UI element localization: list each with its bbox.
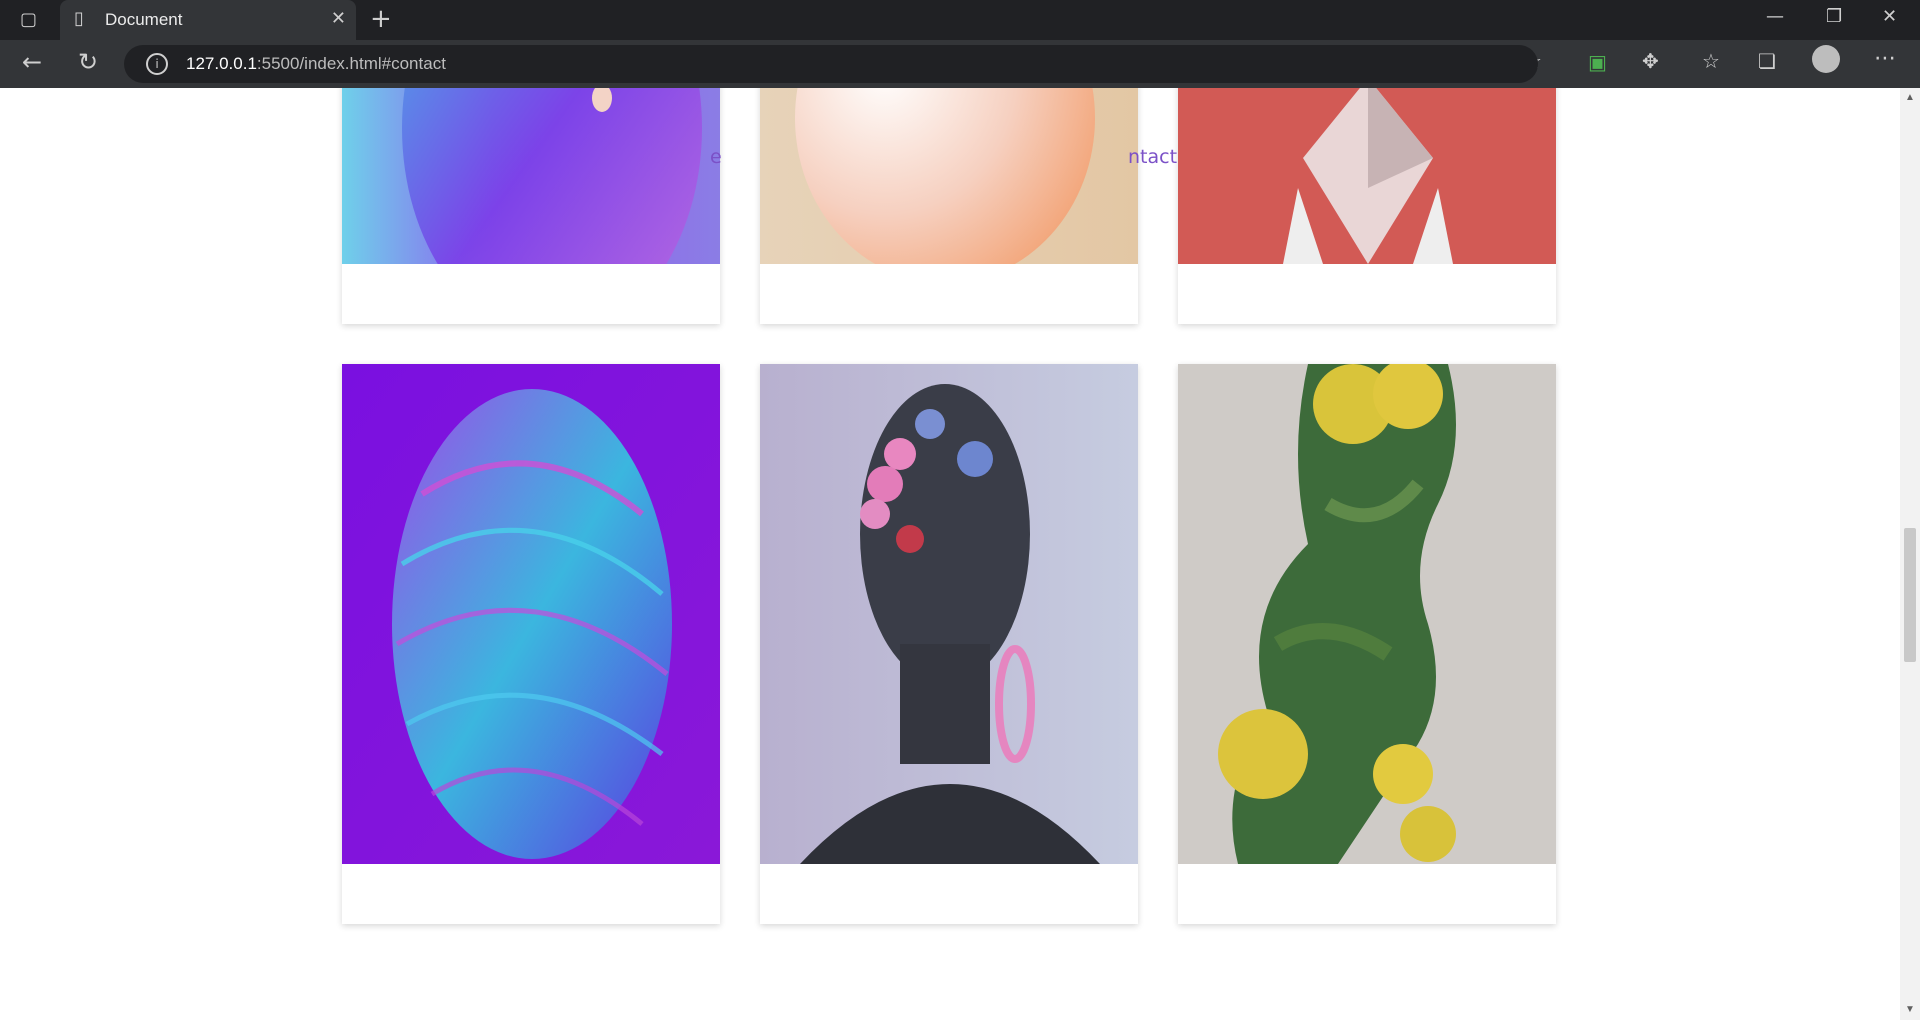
minimize-icon[interactable]: — bbox=[1766, 6, 1784, 27]
nav-link-contact-fragment[interactable]: ntact bbox=[1128, 146, 1177, 168]
page-scrollbar[interactable]: ▲ ▼ bbox=[1900, 88, 1920, 1020]
card-image bbox=[760, 88, 1138, 264]
art-card[interactable] bbox=[760, 364, 1138, 924]
card-image bbox=[760, 364, 1138, 864]
card-image bbox=[342, 364, 720, 864]
profile-icon[interactable] bbox=[1812, 45, 1840, 73]
card-image bbox=[342, 88, 720, 264]
page-viewport: e ntact bbox=[0, 88, 1900, 1020]
scroll-down-icon[interactable]: ▼ bbox=[1905, 1004, 1915, 1015]
close-window-icon[interactable]: ✕ bbox=[1882, 6, 1897, 27]
favorites-icon[interactable]: ☆ bbox=[1702, 49, 1720, 73]
nav-link-fragment[interactable]: e bbox=[710, 146, 722, 168]
art-card[interactable] bbox=[342, 88, 720, 324]
art-card[interactable] bbox=[342, 364, 720, 924]
close-icon[interactable]: ✕ bbox=[331, 8, 346, 29]
document-icon: ▯ bbox=[74, 8, 84, 29]
collections-icon[interactable]: ▣ bbox=[1588, 50, 1607, 74]
restore-icon[interactable]: ❐ bbox=[1826, 6, 1842, 27]
scrollbar-thumb[interactable] bbox=[1904, 528, 1916, 662]
url-text[interactable]: 127.0.0.1:5500/index.html#contact bbox=[186, 54, 446, 74]
url-path: :5500/index.html#contact bbox=[256, 54, 446, 73]
address-bar[interactable]: i 127.0.0.1:5500/index.html#contact bbox=[124, 45, 1538, 83]
browser-tab[interactable]: ▯ Document ✕ bbox=[60, 0, 356, 40]
art-card[interactable] bbox=[1178, 364, 1556, 924]
art-card[interactable] bbox=[1178, 88, 1556, 324]
plus-icon[interactable]: + bbox=[370, 4, 392, 34]
sidebar-icon[interactable]: ▢ bbox=[20, 9, 37, 30]
tab-title: Document bbox=[105, 10, 183, 29]
back-arrow-icon[interactable]: ← bbox=[22, 48, 42, 76]
art-card[interactable] bbox=[760, 88, 1138, 324]
browser-titlebar: ▢ ▯ Document ✕ + — ❐ ✕ bbox=[0, 0, 1920, 40]
info-icon[interactable]: i bbox=[146, 53, 168, 75]
extensions-icon[interactable]: ✥ bbox=[1642, 49, 1659, 73]
url-host: 127.0.0.1 bbox=[186, 54, 257, 73]
scroll-up-icon[interactable]: ▲ bbox=[1905, 92, 1915, 103]
card-image bbox=[1178, 364, 1556, 864]
tabs-stack-icon[interactable]: ❏ bbox=[1758, 49, 1776, 73]
reload-icon[interactable]: ↻ bbox=[78, 48, 98, 76]
more-icon[interactable]: ⋯ bbox=[1874, 46, 1896, 71]
card-image bbox=[1178, 88, 1556, 264]
